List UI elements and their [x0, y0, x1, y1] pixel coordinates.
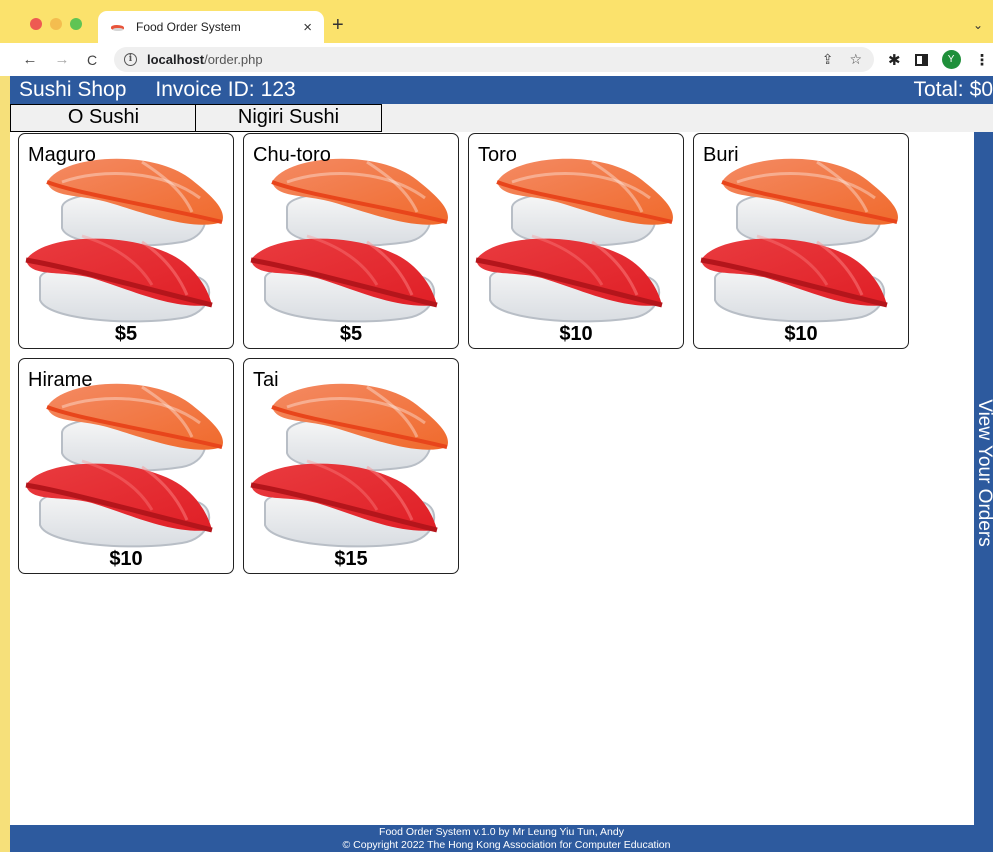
sushi-image	[22, 375, 232, 555]
browser-chrome: Food Order System × + ⌄ ← → C i localhos…	[0, 0, 993, 76]
footer: Food Order System v.1.0 by Mr Leung Yiu …	[10, 825, 993, 852]
menu-item-card[interactable]: Tai $15	[243, 358, 459, 574]
category-button-o-sushi[interactable]: O Sushi	[10, 104, 197, 132]
sushi-image	[697, 150, 907, 330]
url-host: localhost	[147, 52, 205, 67]
item-price: $5	[339, 323, 363, 345]
window-controls	[30, 18, 82, 30]
side-panel-icon[interactable]	[914, 53, 928, 66]
zoom-window-button[interactable]	[70, 18, 82, 30]
star-icon[interactable]: ☆	[849, 51, 862, 68]
browser-tab[interactable]: Food Order System ×	[98, 11, 324, 43]
item-price: $15	[334, 548, 368, 570]
sushi-image	[247, 150, 457, 330]
item-name: Buri	[703, 144, 739, 166]
menu-item-card[interactable]: Toro $10	[468, 133, 684, 349]
item-name: Tai	[253, 369, 279, 391]
extensions-icon[interactable]: ✱	[888, 51, 901, 69]
info-icon[interactable]: i	[124, 53, 137, 66]
share-icon[interactable]: ⇪	[822, 51, 834, 68]
close-window-button[interactable]	[30, 18, 42, 30]
invoice-id: 123	[260, 78, 296, 101]
item-name: Hirame	[28, 369, 93, 391]
sushi-image	[472, 150, 682, 330]
item-price: $10	[559, 323, 593, 345]
footer-copyright: © Copyright 2022 The Hong Kong Associati…	[342, 839, 671, 851]
forward-arrow-icon[interactable]: →	[50, 51, 74, 68]
app-header: Sushi Shop Invoice ID: 123 Total: $0	[10, 76, 993, 104]
category-bar: O Sushi Nigiri Sushi	[10, 104, 993, 132]
order-total: Total: $0	[913, 78, 993, 102]
footer-credit: Food Order System v.1.0 by Mr Leung Yiu …	[379, 826, 624, 838]
sushi-favicon-icon	[110, 22, 126, 32]
menu-grid: Maguro $5 Chu-toro $5 Toro $10 Buri $10 …	[18, 133, 909, 574]
menu-item-card[interactable]: Chu-toro $5	[243, 133, 459, 349]
total-label: Total:	[913, 78, 964, 101]
reload-icon[interactable]: C	[80, 52, 104, 68]
menu-item-card[interactable]: Buri $10	[693, 133, 909, 349]
category-button-nigiri-sushi[interactable]: Nigiri Sushi	[195, 104, 382, 132]
item-price: $5	[114, 323, 138, 345]
total-value: $0	[969, 78, 993, 101]
new-tab-button[interactable]: +	[332, 14, 344, 37]
view-orders-label: View Your Orders	[974, 399, 993, 547]
profile-avatar[interactable]: Y	[941, 50, 961, 69]
item-name: Chu-toro	[253, 144, 331, 166]
invoice-label: Invoice ID:	[155, 78, 255, 101]
shop-name: Sushi Shop	[19, 78, 127, 101]
item-price: $10	[784, 323, 818, 345]
close-tab-icon[interactable]: ×	[303, 19, 312, 36]
item-price: $10	[109, 548, 143, 570]
page-viewport: Sushi Shop Invoice ID: 123 Total: $0 O S…	[10, 76, 993, 852]
sushi-image	[247, 375, 457, 555]
sushi-image	[22, 150, 232, 330]
menu-item-card[interactable]: Maguro $5	[18, 133, 234, 349]
menu-item-card[interactable]: Hirame $10	[18, 358, 234, 574]
view-orders-panel[interactable]: View Your Orders	[974, 132, 993, 825]
item-name: Maguro	[28, 144, 96, 166]
browser-toolbar: ← → C i localhost/order.php ⇪ ☆ ✱ Y ⋮	[0, 43, 993, 76]
menu-icon[interactable]: ⋮	[975, 51, 990, 69]
tab-search-chevron-icon[interactable]: ⌄	[973, 18, 983, 32]
tab-title: Food Order System	[136, 20, 241, 34]
url-path: /order.php	[204, 52, 263, 67]
minimize-window-button[interactable]	[50, 18, 62, 30]
back-arrow-icon[interactable]: ←	[18, 51, 42, 68]
address-bar[interactable]: i localhost/order.php ⇪ ☆	[114, 47, 874, 72]
invoice-info: Invoice ID: 123	[155, 78, 295, 102]
item-name: Toro	[478, 144, 517, 166]
